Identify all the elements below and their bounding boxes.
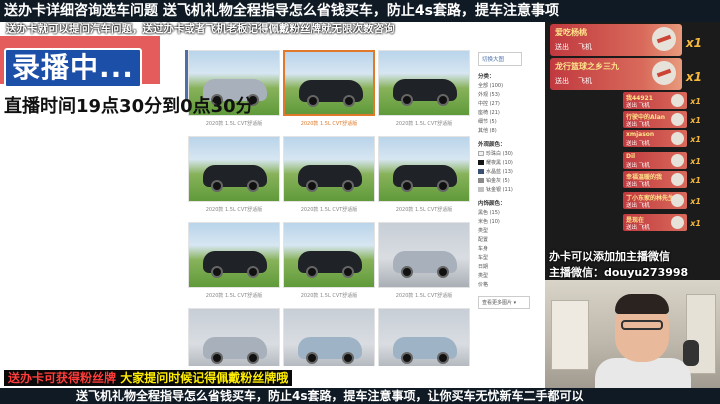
car-photo[interactable] <box>188 308 280 366</box>
car-photo[interactable] <box>378 308 470 366</box>
car-photo[interactable] <box>283 222 375 288</box>
gift-chip: 丁小东家的林先生 送出 飞机 x1 <box>623 192 701 209</box>
live-schedule-text: 直播时间19点30分到0点30分 <box>4 96 254 117</box>
gift-chip: 行驶中的Alan 送出 飞机 x1 <box>623 111 701 128</box>
category-option[interactable]: 细节 (5) <box>478 118 544 125</box>
tag-option[interactable]: 日期 <box>478 263 544 270</box>
interior-option[interactable]: 米色 (10) <box>478 218 544 225</box>
color-option[interactable]: 珍珠白 (30) <box>478 150 544 157</box>
photo-caption: 2020款 1.5L CVT舒适版 <box>300 207 358 213</box>
more-images-button[interactable]: 查看更多图片 ▾ <box>478 296 530 309</box>
interior-option[interactable]: 黑色 (15) <box>478 209 544 216</box>
gift-chip: Dil 送出 飞机 x1 <box>623 152 701 169</box>
gift-chip: 幸福温暖的我 送出 飞机 x1 <box>623 171 701 188</box>
top-banner: 送办卡详细咨询选车问题 送飞机礼物全程指导怎么省钱买车，防止4s套路，提车注意事… <box>0 0 720 22</box>
photo-caption: 2020款 1.5L CVT舒适版 <box>205 121 263 127</box>
tag-option[interactable]: 配置 <box>478 236 544 243</box>
airplane-gift-icon <box>652 27 676 51</box>
toggle-large-image-button[interactable]: 切换大图 <box>478 52 522 66</box>
photo-caption: 2020款 1.5L CVT舒适版 <box>300 293 358 299</box>
airplane-gift-icon <box>671 173 684 186</box>
tag-option[interactable]: 车型 <box>478 254 544 261</box>
color-option[interactable]: 铂金灰 (5) <box>478 177 544 184</box>
interior-color-heading: 内饰颜色： <box>478 201 506 207</box>
stream-screen: 送办卡详细咨询选车问题 送飞机礼物全程指导怎么省钱买车，防止4s套路，提车注意事… <box>0 0 720 404</box>
bottom-banner: 送飞机礼物全程指导怎么省钱买车，防止4s套路，提车注意事项，让你买车无忧新车二手… <box>0 388 720 404</box>
photo-caption: 2020款 1.5L CVT舒适版 <box>395 293 453 299</box>
wechat-id-line: 主播微信：douyu273998 <box>549 266 689 279</box>
gift-chip: 我44921 送出 飞机 x1 <box>623 92 701 109</box>
airplane-gift-icon <box>671 216 684 229</box>
airplane-gift-icon <box>652 61 676 85</box>
tag-option[interactable]: 价格 <box>478 281 544 288</box>
color-swatch <box>478 187 484 192</box>
fan-badge-notice: 送办卡可获得粉丝牌 大家提问时候记得佩戴粉丝牌哦 <box>4 370 293 386</box>
tag-option[interactable]: 类型 <box>478 272 544 279</box>
gift-notification: 龙行篮球之乡三九 送出 飞机 x1 <box>550 58 702 90</box>
category-option[interactable]: 外观 (53) <box>478 91 544 98</box>
color-option[interactable]: 钛金银 (11) <box>478 186 544 193</box>
photo-caption: 2020款 1.5L CVT舒适版 <box>205 207 263 213</box>
color-swatch <box>478 178 484 183</box>
car-photo[interactable] <box>378 50 470 116</box>
photo-caption: 2020款 1.5L CVT舒适版 <box>395 121 453 127</box>
photo-caption: 2020款 1.5L CVT舒适版 <box>395 207 453 213</box>
category-option[interactable]: 全部 (100) <box>478 82 544 89</box>
stream-side-panel: 爱吃杨桃 送出 飞机 x1 龙行篮球之乡三九 送出 飞机 x1 我44921 送… <box>545 22 720 388</box>
gift-notification: 爱吃杨桃 送出 飞机 x1 <box>550 24 702 56</box>
color-option[interactable]: 耀夜黑 (10) <box>478 159 544 166</box>
airplane-gift-icon <box>671 154 684 167</box>
gift-chip: xmjason 送出 飞机 x1 <box>623 130 701 147</box>
airplane-gift-icon <box>671 113 684 126</box>
category-option[interactable]: 座椅 (21) <box>478 109 544 116</box>
gift-chip: 是现在 送出 飞机 x1 <box>623 214 701 231</box>
microphone-icon <box>683 340 699 366</box>
color-swatch <box>478 151 484 156</box>
car-photo[interactable] <box>283 136 375 202</box>
scrolling-ticker: 送办卡就可以提问汽车问题，送过办卡或者飞机老板记得佩戴粉丝牌就无限次数咨询 <box>6 23 395 35</box>
car-photo[interactable] <box>283 308 375 366</box>
tag-option[interactable]: 车身 <box>478 245 544 252</box>
category-heading: 分类： <box>478 74 495 80</box>
category-option[interactable]: 其他 (8) <box>478 127 544 134</box>
filter-panel: 切换大图 分类： 全部 (100) 外观 (53) 中控 (27) 座椅 (21… <box>478 46 544 346</box>
photo-caption: 2020款 1.5L CVT舒适版 <box>300 121 358 127</box>
color-swatch <box>478 169 484 174</box>
tag-option[interactable]: 类型 <box>478 227 544 234</box>
color-swatch <box>478 160 484 165</box>
airplane-gift-icon <box>671 194 684 207</box>
airplane-gift-icon <box>671 94 684 107</box>
photo-caption: 2020款 1.5L CVT舒适版 <box>205 293 263 299</box>
airplane-gift-icon <box>671 132 684 145</box>
car-photo[interactable] <box>188 136 280 202</box>
car-photo[interactable] <box>188 222 280 288</box>
recording-badge: 录播中... <box>4 48 142 88</box>
color-option[interactable]: 水晶蓝 (13) <box>478 168 544 175</box>
exterior-color-heading: 外观颜色： <box>478 142 506 148</box>
car-photo[interactable] <box>378 136 470 202</box>
category-option[interactable]: 中控 (27) <box>478 100 544 107</box>
car-photo-selected[interactable] <box>283 50 375 116</box>
car-photo[interactable] <box>378 222 470 288</box>
wechat-info-line: 办卡可以添加加主播微信 <box>549 250 670 263</box>
webcam-feed <box>545 280 720 388</box>
